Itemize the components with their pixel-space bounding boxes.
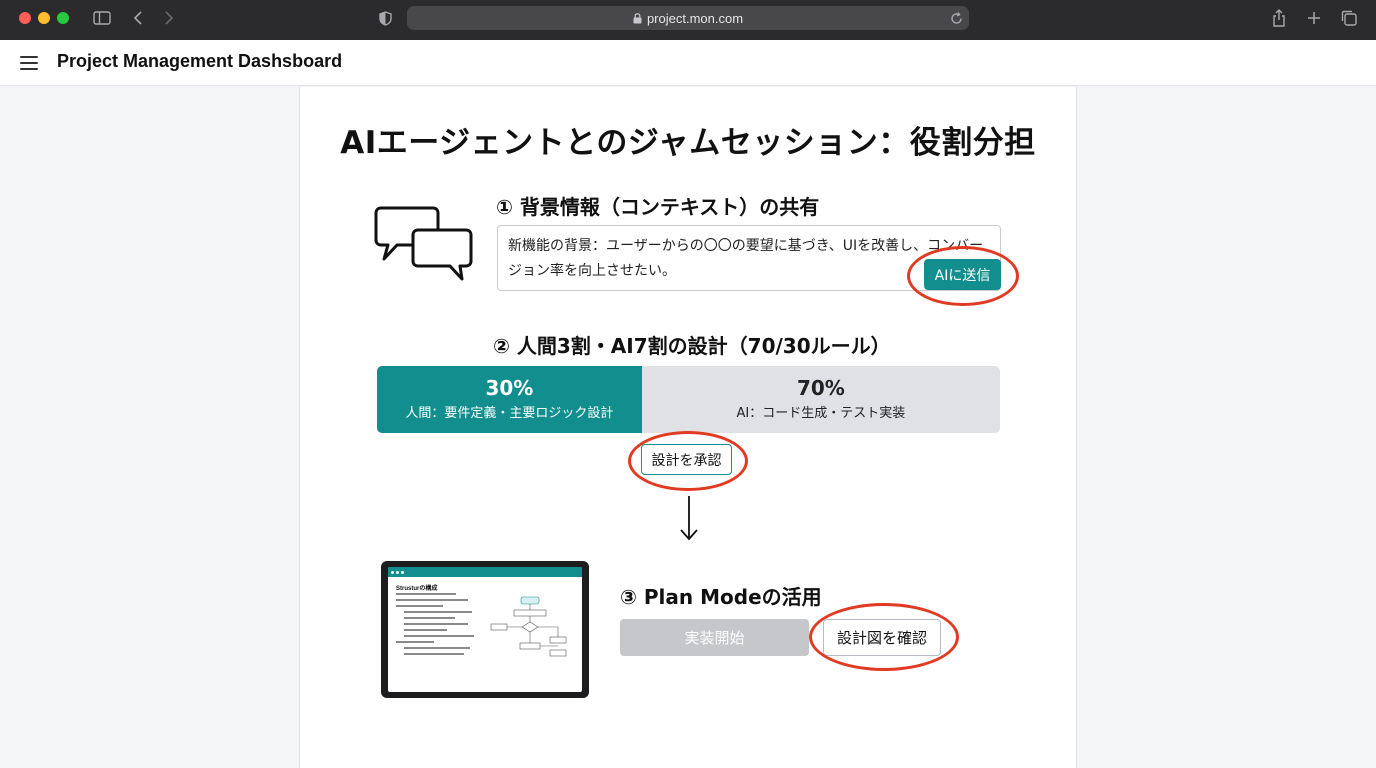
minimize-window-button[interactable]: [38, 12, 50, 24]
reload-icon[interactable]: [948, 10, 964, 26]
menu-icon[interactable]: [20, 55, 38, 71]
flowchart-icon: [490, 596, 567, 657]
tablet-text-lines: [396, 593, 481, 659]
start-implementation-button[interactable]: 実装開始: [620, 619, 809, 656]
lock-icon: [633, 12, 642, 24]
close-window-button[interactable]: [19, 12, 31, 24]
tab-overview-icon[interactable]: [1340, 9, 1358, 27]
forward-icon[interactable]: [162, 10, 176, 26]
role-split-bar: 30% 人間：要件定義・主要ロジック設計 70% AI：コード生成・テスト実装: [377, 366, 1000, 433]
human-share-percent: 30%: [485, 376, 534, 400]
app-header: Project Management Dashsboard: [0, 40, 1376, 86]
section-1-heading: ① 背景情報（コンテキスト）の共有: [496, 195, 820, 219]
page-title: AIエージェントとのジャムセッション：役割分担: [340, 125, 1036, 161]
send-to-ai-button[interactable]: AIに送信: [924, 259, 1001, 290]
app-title: Project Management Dashsboard: [57, 51, 343, 71]
sidebar-toggle-icon[interactable]: [92, 10, 112, 26]
ai-share-percent: 70%: [796, 376, 845, 400]
browser-titlebar: project.mon.com: [0, 0, 1376, 40]
human-share-segment: 30% 人間：要件定義・主要ロジック設計: [377, 366, 642, 433]
new-tab-icon[interactable]: [1306, 10, 1322, 26]
section-3-heading: ③ Plan Modeの活用: [620, 585, 822, 609]
tablet-screen: Strusturの構成: [388, 567, 582, 692]
ai-share-description: AI：コード生成・テスト実装: [736, 406, 906, 421]
tablet-illustration: Strusturの構成: [381, 561, 589, 698]
address-bar[interactable]: project.mon.com: [407, 6, 969, 30]
section-2-heading: ② 人間3割・AI7割の設計（70/30ルール）: [493, 334, 891, 358]
shield-icon[interactable]: [377, 10, 393, 26]
chat-bubbles-icon: [373, 202, 473, 282]
review-design-button[interactable]: 設計図を確認: [823, 619, 941, 656]
back-icon[interactable]: [131, 10, 145, 26]
human-share-description: 人間：要件定義・主要ロジック設計: [405, 406, 614, 421]
share-icon[interactable]: [1271, 8, 1287, 28]
main-card: AIエージェントとのジャムセッション：役割分担 ① 背景情報（コンテキスト）の共…: [299, 87, 1077, 768]
approve-design-button[interactable]: 設計を承認: [641, 444, 732, 475]
zoom-window-button[interactable]: [57, 12, 69, 24]
ai-share-segment: 70% AI：コード生成・テスト実装: [641, 366, 1000, 433]
tablet-screen-title: Strusturの構成: [396, 586, 438, 592]
down-arrow-icon: [677, 494, 701, 542]
address-bar-url: project.mon.com: [646, 10, 744, 26]
